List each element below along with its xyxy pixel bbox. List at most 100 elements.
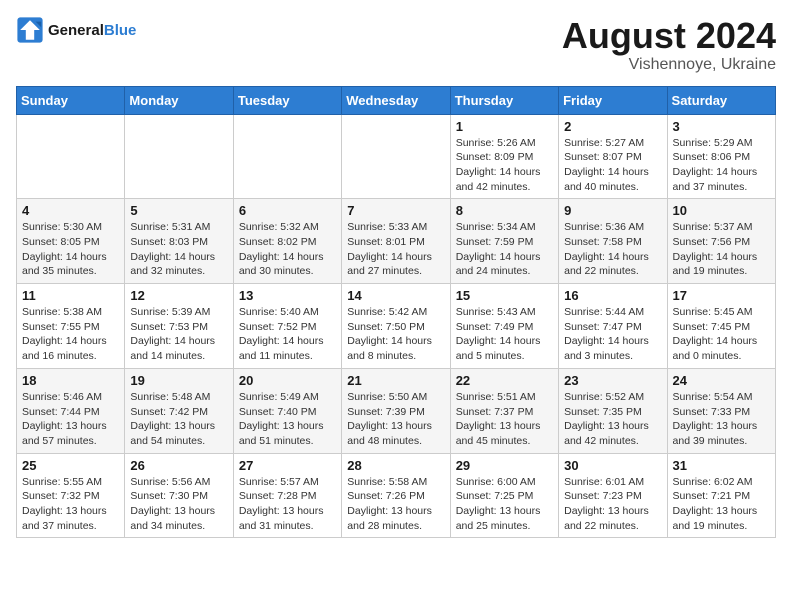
day-info: Sunrise: 5:38 AM Sunset: 7:55 PM Dayligh… xyxy=(22,305,119,364)
week-row-3: 11 Sunrise: 5:38 AM Sunset: 7:55 PM Dayli… xyxy=(17,284,776,369)
day-info: Sunrise: 5:36 AM Sunset: 7:58 PM Dayligh… xyxy=(564,220,661,279)
header-cell-thursday: Thursday xyxy=(450,86,558,114)
day-cell: 7 Sunrise: 5:33 AM Sunset: 8:01 PM Daylig… xyxy=(342,199,450,284)
day-number: 20 xyxy=(239,373,336,388)
day-info: Sunrise: 5:29 AM Sunset: 8:06 PM Dayligh… xyxy=(673,136,770,195)
day-cell xyxy=(125,114,233,199)
header-cell-saturday: Saturday xyxy=(667,86,775,114)
location-title: Vishennoye, Ukraine xyxy=(562,56,776,74)
day-cell xyxy=(342,114,450,199)
day-info: Sunrise: 5:56 AM Sunset: 7:30 PM Dayligh… xyxy=(130,475,227,534)
week-row-1: 1 Sunrise: 5:26 AM Sunset: 8:09 PM Daylig… xyxy=(17,114,776,199)
day-cell: 29 Sunrise: 6:00 AM Sunset: 7:25 PM Dayli… xyxy=(450,453,558,538)
day-info: Sunrise: 5:31 AM Sunset: 8:03 PM Dayligh… xyxy=(130,220,227,279)
day-info: Sunrise: 5:32 AM Sunset: 8:02 PM Dayligh… xyxy=(239,220,336,279)
day-number: 23 xyxy=(564,373,661,388)
day-number: 18 xyxy=(22,373,119,388)
day-cell: 15 Sunrise: 5:43 AM Sunset: 7:49 PM Dayli… xyxy=(450,284,558,369)
day-number: 1 xyxy=(456,119,553,134)
calendar: SundayMondayTuesdayWednesdayThursdayFrid… xyxy=(16,86,776,539)
day-number: 2 xyxy=(564,119,661,134)
day-cell: 23Sunrise: 5:52 AM Sunset: 7:35 PM Dayli… xyxy=(559,368,667,453)
day-info: Sunrise: 5:26 AM Sunset: 8:09 PM Dayligh… xyxy=(456,136,553,195)
day-info: Sunrise: 6:02 AM Sunset: 7:21 PM Dayligh… xyxy=(673,475,770,534)
day-info: Sunrise: 5:39 AM Sunset: 7:53 PM Dayligh… xyxy=(130,305,227,364)
day-cell: 1 Sunrise: 5:26 AM Sunset: 8:09 PM Daylig… xyxy=(450,114,558,199)
day-cell xyxy=(233,114,341,199)
logo-text: GeneralBlue xyxy=(48,22,136,39)
day-number: 31 xyxy=(673,458,770,473)
day-number: 12 xyxy=(130,288,227,303)
day-number: 3 xyxy=(673,119,770,134)
day-cell: 9 Sunrise: 5:36 AM Sunset: 7:58 PM Daylig… xyxy=(559,199,667,284)
day-cell: 22Sunrise: 5:51 AM Sunset: 7:37 PM Dayli… xyxy=(450,368,558,453)
day-number: 11 xyxy=(22,288,119,303)
day-cell: 20Sunrise: 5:49 AM Sunset: 7:40 PM Dayli… xyxy=(233,368,341,453)
day-number: 27 xyxy=(239,458,336,473)
header-cell-monday: Monday xyxy=(125,86,233,114)
day-number: 4 xyxy=(22,203,119,218)
day-number: 7 xyxy=(347,203,444,218)
day-cell: 14Sunrise: 5:42 AM Sunset: 7:50 PM Dayli… xyxy=(342,284,450,369)
day-number: 21 xyxy=(347,373,444,388)
day-number: 19 xyxy=(130,373,227,388)
header-cell-friday: Friday xyxy=(559,86,667,114)
day-cell: 17 Sunrise: 5:45 AM Sunset: 7:45 PM Dayli… xyxy=(667,284,775,369)
day-number: 15 xyxy=(456,288,553,303)
day-cell: 6 Sunrise: 5:32 AM Sunset: 8:02 PM Daylig… xyxy=(233,199,341,284)
month-title: August 2024 xyxy=(562,16,776,56)
header-row: SundayMondayTuesdayWednesdayThursdayFrid… xyxy=(17,86,776,114)
day-number: 9 xyxy=(564,203,661,218)
day-cell: 5 Sunrise: 5:31 AM Sunset: 8:03 PM Daylig… xyxy=(125,199,233,284)
day-number: 29 xyxy=(456,458,553,473)
calendar-header: SundayMondayTuesdayWednesdayThursdayFrid… xyxy=(17,86,776,114)
logo-icon xyxy=(16,16,44,44)
day-info: Sunrise: 5:33 AM Sunset: 8:01 PM Dayligh… xyxy=(347,220,444,279)
header-cell-wednesday: Wednesday xyxy=(342,86,450,114)
day-info: Sunrise: 5:30 AM Sunset: 8:05 PM Dayligh… xyxy=(22,220,119,279)
day-info: Sunrise: 6:01 AM Sunset: 7:23 PM Dayligh… xyxy=(564,475,661,534)
day-cell: 19 Sunrise: 5:48 AM Sunset: 7:42 PM Dayli… xyxy=(125,368,233,453)
day-info: Sunrise: 5:48 AM Sunset: 7:42 PM Dayligh… xyxy=(130,390,227,449)
day-number: 5 xyxy=(130,203,227,218)
day-cell: 2Sunrise: 5:27 AM Sunset: 8:07 PM Daylig… xyxy=(559,114,667,199)
day-cell: 24Sunrise: 5:54 AM Sunset: 7:33 PM Dayli… xyxy=(667,368,775,453)
day-cell: 28Sunrise: 5:58 AM Sunset: 7:26 PM Dayli… xyxy=(342,453,450,538)
day-cell: 8Sunrise: 5:34 AM Sunset: 7:59 PM Daylig… xyxy=(450,199,558,284)
week-row-5: 25Sunrise: 5:55 AM Sunset: 7:32 PM Dayli… xyxy=(17,453,776,538)
day-cell: 31 Sunrise: 6:02 AM Sunset: 7:21 PM Dayli… xyxy=(667,453,775,538)
day-cell: 18Sunrise: 5:46 AM Sunset: 7:44 PM Dayli… xyxy=(17,368,125,453)
day-cell: 11 Sunrise: 5:38 AM Sunset: 7:55 PM Dayli… xyxy=(17,284,125,369)
calendar-body: 1 Sunrise: 5:26 AM Sunset: 8:09 PM Daylig… xyxy=(17,114,776,538)
day-cell: 27 Sunrise: 5:57 AM Sunset: 7:28 PM Dayli… xyxy=(233,453,341,538)
week-row-4: 18Sunrise: 5:46 AM Sunset: 7:44 PM Dayli… xyxy=(17,368,776,453)
day-info: Sunrise: 5:57 AM Sunset: 7:28 PM Dayligh… xyxy=(239,475,336,534)
day-number: 6 xyxy=(239,203,336,218)
day-cell: 16 Sunrise: 5:44 AM Sunset: 7:47 PM Dayli… xyxy=(559,284,667,369)
day-info: Sunrise: 5:40 AM Sunset: 7:52 PM Dayligh… xyxy=(239,305,336,364)
day-number: 8 xyxy=(456,203,553,218)
day-cell: 13 Sunrise: 5:40 AM Sunset: 7:52 PM Dayli… xyxy=(233,284,341,369)
day-info: Sunrise: 5:42 AM Sunset: 7:50 PM Dayligh… xyxy=(347,305,444,364)
day-number: 16 xyxy=(564,288,661,303)
page-header: GeneralBlue August 2024 Vishennoye, Ukra… xyxy=(16,16,776,74)
header-cell-tuesday: Tuesday xyxy=(233,86,341,114)
day-info: Sunrise: 5:37 AM Sunset: 7:56 PM Dayligh… xyxy=(673,220,770,279)
day-info: Sunrise: 5:45 AM Sunset: 7:45 PM Dayligh… xyxy=(673,305,770,364)
day-number: 13 xyxy=(239,288,336,303)
day-cell: 26Sunrise: 5:56 AM Sunset: 7:30 PM Dayli… xyxy=(125,453,233,538)
day-info: Sunrise: 5:44 AM Sunset: 7:47 PM Dayligh… xyxy=(564,305,661,364)
day-cell: 4 Sunrise: 5:30 AM Sunset: 8:05 PM Daylig… xyxy=(17,199,125,284)
day-number: 10 xyxy=(673,203,770,218)
day-number: 17 xyxy=(673,288,770,303)
day-number: 22 xyxy=(456,373,553,388)
day-cell: 21 Sunrise: 5:50 AM Sunset: 7:39 PM Dayli… xyxy=(342,368,450,453)
day-info: Sunrise: 5:54 AM Sunset: 7:33 PM Dayligh… xyxy=(673,390,770,449)
week-row-2: 4 Sunrise: 5:30 AM Sunset: 8:05 PM Daylig… xyxy=(17,199,776,284)
day-cell: 3 Sunrise: 5:29 AM Sunset: 8:06 PM Daylig… xyxy=(667,114,775,199)
day-number: 28 xyxy=(347,458,444,473)
day-cell: 10 Sunrise: 5:37 AM Sunset: 7:56 PM Dayli… xyxy=(667,199,775,284)
day-info: Sunrise: 5:43 AM Sunset: 7:49 PM Dayligh… xyxy=(456,305,553,364)
day-info: Sunrise: 5:50 AM Sunset: 7:39 PM Dayligh… xyxy=(347,390,444,449)
day-info: Sunrise: 6:00 AM Sunset: 7:25 PM Dayligh… xyxy=(456,475,553,534)
